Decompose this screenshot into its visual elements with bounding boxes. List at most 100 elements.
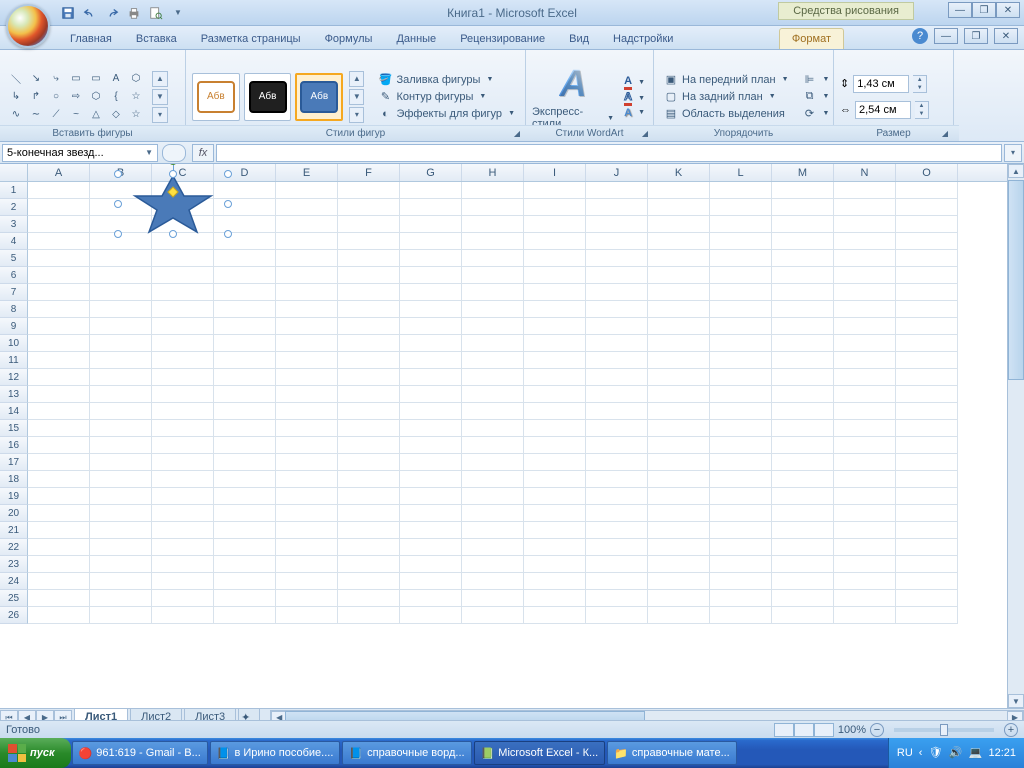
cell[interactable] — [90, 607, 152, 624]
row-header-22[interactable]: 22 — [0, 539, 28, 556]
shape-outline-button[interactable]: ✎Контур фигуры▼ — [374, 89, 519, 105]
cell[interactable] — [772, 267, 834, 284]
col-header-G[interactable]: G — [400, 164, 462, 181]
scroll-up-button[interactable]: ▲ — [1008, 164, 1024, 178]
cell[interactable] — [462, 403, 524, 420]
cell[interactable] — [338, 335, 400, 352]
cell[interactable] — [648, 522, 710, 539]
cell[interactable] — [710, 250, 772, 267]
row-header-23[interactable]: 23 — [0, 556, 28, 573]
vscroll-thumb[interactable] — [1008, 180, 1024, 380]
shape-curve2-icon[interactable]: ∼ — [26, 106, 46, 124]
row-header-21[interactable]: 21 — [0, 522, 28, 539]
cell[interactable] — [276, 437, 338, 454]
task-item-word1[interactable]: 📘в Ирино пособие.... — [210, 741, 341, 765]
resize-handle-n[interactable] — [169, 170, 177, 178]
cell[interactable] — [648, 250, 710, 267]
cell[interactable] — [710, 454, 772, 471]
row-header-1[interactable]: 1 — [0, 182, 28, 199]
cell[interactable] — [338, 403, 400, 420]
cell[interactable] — [834, 437, 896, 454]
qat-more-icon[interactable]: ▼ — [168, 3, 188, 23]
cell[interactable] — [338, 386, 400, 403]
task-item-gmail[interactable]: 🔴961:619 - Gmail - В... — [72, 741, 208, 765]
cell[interactable] — [214, 437, 276, 454]
cell[interactable] — [462, 573, 524, 590]
cell[interactable] — [648, 488, 710, 505]
cell[interactable] — [524, 522, 586, 539]
cell[interactable] — [28, 267, 90, 284]
cell[interactable] — [896, 471, 958, 488]
shape-fill-button[interactable]: 🪣Заливка фигуры▼ — [374, 72, 519, 88]
row-header-2[interactable]: 2 — [0, 199, 28, 216]
shape-star-icon[interactable]: ☆ — [126, 88, 146, 106]
row-header-8[interactable]: 8 — [0, 301, 28, 318]
cell[interactable] — [400, 488, 462, 505]
cell[interactable] — [28, 556, 90, 573]
cell[interactable] — [214, 386, 276, 403]
cell[interactable] — [276, 318, 338, 335]
cell[interactable] — [214, 267, 276, 284]
cell[interactable] — [586, 233, 648, 250]
cell[interactable] — [28, 301, 90, 318]
shape-curve-icon[interactable]: ∿ — [6, 106, 26, 124]
cell[interactable] — [214, 454, 276, 471]
cell[interactable] — [276, 573, 338, 590]
cell[interactable] — [648, 607, 710, 624]
cell[interactable] — [586, 607, 648, 624]
width-input[interactable] — [855, 101, 911, 119]
cell[interactable] — [276, 284, 338, 301]
cell[interactable] — [896, 573, 958, 590]
cell[interactable] — [462, 318, 524, 335]
cell[interactable] — [276, 182, 338, 199]
cell[interactable] — [710, 267, 772, 284]
cell[interactable] — [276, 471, 338, 488]
cell[interactable] — [90, 590, 152, 607]
cell[interactable] — [90, 369, 152, 386]
align-button[interactable]: ⊫▼ — [799, 72, 834, 88]
cell[interactable] — [772, 199, 834, 216]
zoom-slider[interactable] — [894, 728, 994, 732]
cell[interactable] — [276, 369, 338, 386]
shape-rect2-icon[interactable]: ▭ — [86, 70, 106, 88]
cell[interactable] — [276, 420, 338, 437]
send-back-button[interactable]: ▢На задний план▼ — [660, 89, 793, 105]
cell[interactable] — [710, 488, 772, 505]
tab-review[interactable]: Рецензирование — [448, 29, 557, 49]
cell[interactable] — [276, 199, 338, 216]
cell[interactable] — [400, 267, 462, 284]
cell[interactable] — [586, 318, 648, 335]
cell[interactable] — [90, 539, 152, 556]
cell[interactable] — [400, 590, 462, 607]
cell[interactable] — [462, 607, 524, 624]
cell[interactable] — [214, 335, 276, 352]
cell[interactable] — [400, 522, 462, 539]
cell[interactable] — [586, 539, 648, 556]
cell[interactable] — [400, 505, 462, 522]
row-header-4[interactable]: 4 — [0, 233, 28, 250]
cell[interactable] — [214, 301, 276, 318]
cell[interactable] — [834, 301, 896, 318]
cell[interactable] — [648, 216, 710, 233]
cell[interactable] — [90, 556, 152, 573]
formula-bar-expand[interactable]: ▾ — [1004, 144, 1022, 162]
cell[interactable] — [338, 301, 400, 318]
col-header-M[interactable]: M — [772, 164, 834, 181]
cell[interactable] — [772, 522, 834, 539]
cell[interactable] — [152, 233, 214, 250]
cell[interactable] — [400, 386, 462, 403]
clock[interactable]: 12:21 — [988, 747, 1016, 759]
cell[interactable] — [586, 505, 648, 522]
cell[interactable] — [400, 182, 462, 199]
cell[interactable] — [896, 556, 958, 573]
cell[interactable] — [214, 250, 276, 267]
style-item-2[interactable]: Абв — [244, 73, 292, 121]
cell[interactable] — [152, 318, 214, 335]
row-header-11[interactable]: 11 — [0, 352, 28, 369]
cell[interactable] — [338, 199, 400, 216]
cell[interactable] — [462, 216, 524, 233]
name-box-expand[interactable] — [162, 144, 186, 162]
cell[interactable] — [276, 403, 338, 420]
cell[interactable] — [772, 420, 834, 437]
cell[interactable] — [28, 607, 90, 624]
